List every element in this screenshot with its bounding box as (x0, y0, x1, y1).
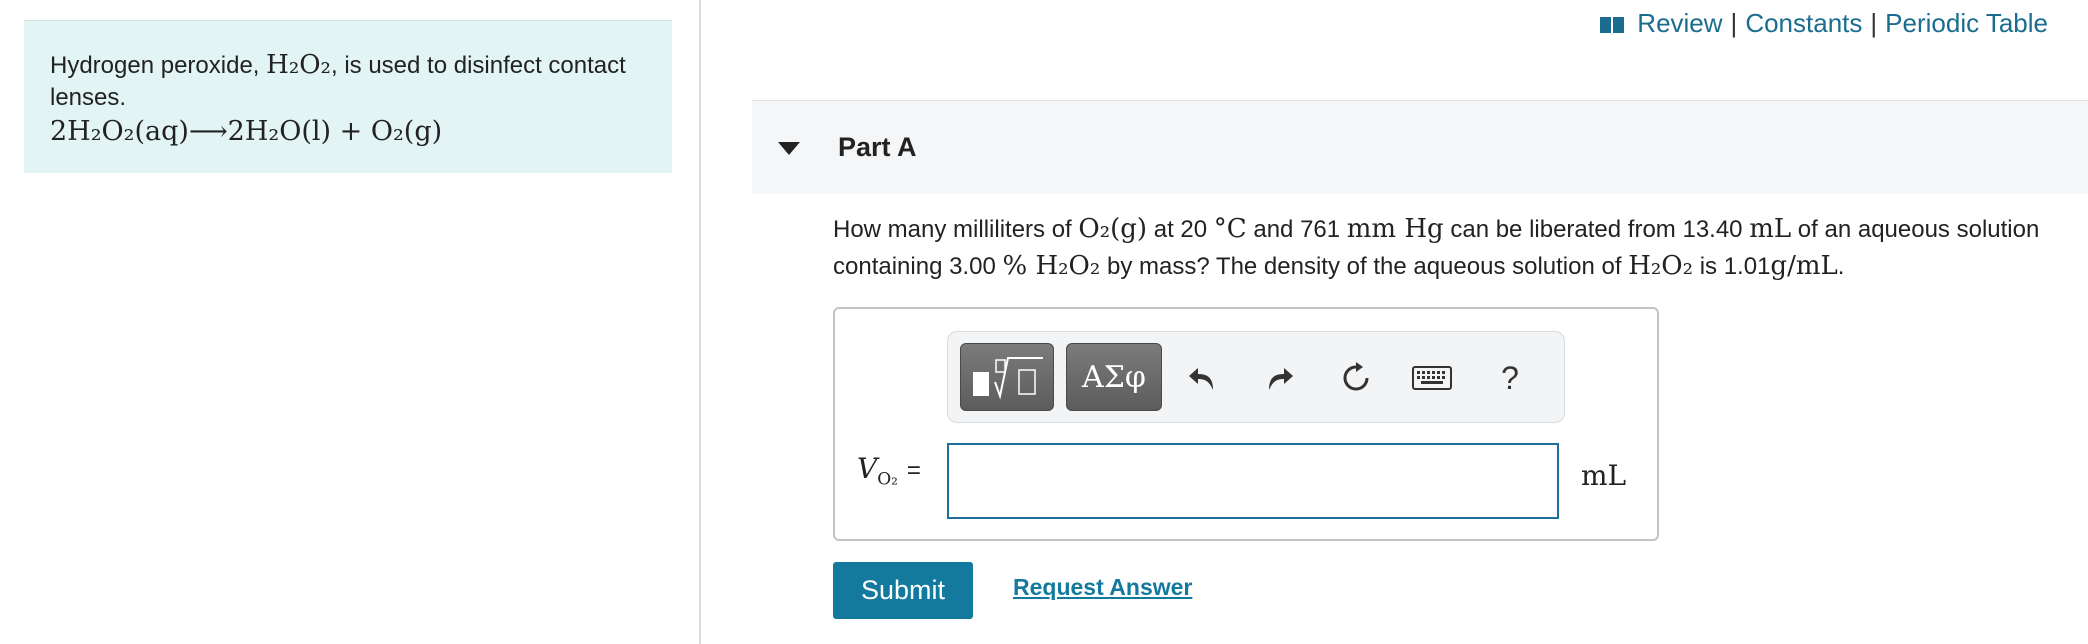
volume-unit: mL (1749, 214, 1792, 244)
part-a-header[interactable]: Part A (752, 100, 2088, 194)
help-button[interactable]: ? (1488, 356, 1532, 400)
keyboard-icon[interactable] (1410, 356, 1454, 400)
question-fragment: by mass? The density of the aqueous solu… (1100, 253, 1629, 280)
intro-formula: H₂O₂ (266, 50, 331, 80)
question-fragment: can be liberated from 13.40 (1443, 216, 1750, 243)
undo-icon[interactable] (1180, 356, 1224, 400)
question-fragment: How many milliliters of (833, 216, 1079, 243)
panel-divider (699, 0, 701, 644)
part-title: Part A (838, 132, 917, 162)
answer-box: ΑΣφ ? VO₂ = mL (833, 307, 1659, 541)
question-fragment: at 20 (1147, 216, 1214, 243)
peroxide-formula: H₂O₂ (1027, 251, 1101, 281)
problem-intro-panel: Hydrogen peroxide, H₂O₂, is used to disi… (24, 20, 672, 173)
book-icon (1600, 16, 1625, 33)
reset-icon[interactable] (1334, 356, 1378, 400)
temperature-unit: °C (1213, 214, 1247, 244)
periodic-table-link[interactable]: Periodic Table (1885, 8, 2048, 39)
templates-button[interactable] (960, 343, 1054, 411)
question-text: How many milliliters of O₂(g) at 20 °C a… (833, 211, 2063, 285)
equals-sign: = (906, 457, 921, 484)
percent-sign: % (1002, 251, 1028, 281)
symbols-button[interactable]: ΑΣφ (1066, 343, 1162, 411)
resource-links: Review | Constants | Periodic Table (1599, 8, 2048, 39)
templates-icon (973, 357, 1043, 400)
request-answer-link[interactable]: Request Answer (1013, 574, 1192, 601)
link-separator: | (1870, 8, 1878, 38)
link-separator: | (1730, 8, 1738, 38)
question-fragment: is 1.01 (1693, 253, 1771, 280)
constants-link[interactable]: Constants (1745, 8, 1862, 39)
intro-text: Hydrogen peroxide, H₂O₂, is used to disi… (50, 49, 646, 114)
peroxide-formula: H₂O₂ (1628, 251, 1694, 281)
redo-icon[interactable] (1258, 356, 1302, 400)
question-fragment: and 761 (1246, 216, 1347, 243)
intro-text-prefix: Hydrogen peroxide, (50, 52, 267, 79)
variable-subscript: O₂ (877, 469, 898, 490)
submit-button[interactable]: Submit (833, 562, 973, 619)
density-unit: g/mL (1770, 251, 1838, 281)
variable-label: VO₂ = (857, 452, 921, 490)
math-toolbar: ΑΣφ ? (947, 331, 1565, 423)
review-link[interactable]: Review (1637, 8, 1722, 39)
reaction-equation: 2H₂O₂(aq)⟶2H₂O(l) + O₂(g) (50, 116, 443, 147)
answer-input[interactable] (947, 443, 1559, 519)
pressure-unit: mm Hg (1346, 214, 1444, 244)
answer-unit: mL (1581, 459, 1627, 492)
caret-down-icon[interactable] (778, 142, 800, 155)
oxygen-formula: O₂(g) (1078, 214, 1148, 244)
question-fragment: . (1837, 253, 1845, 280)
variable-symbol: V (857, 452, 878, 485)
